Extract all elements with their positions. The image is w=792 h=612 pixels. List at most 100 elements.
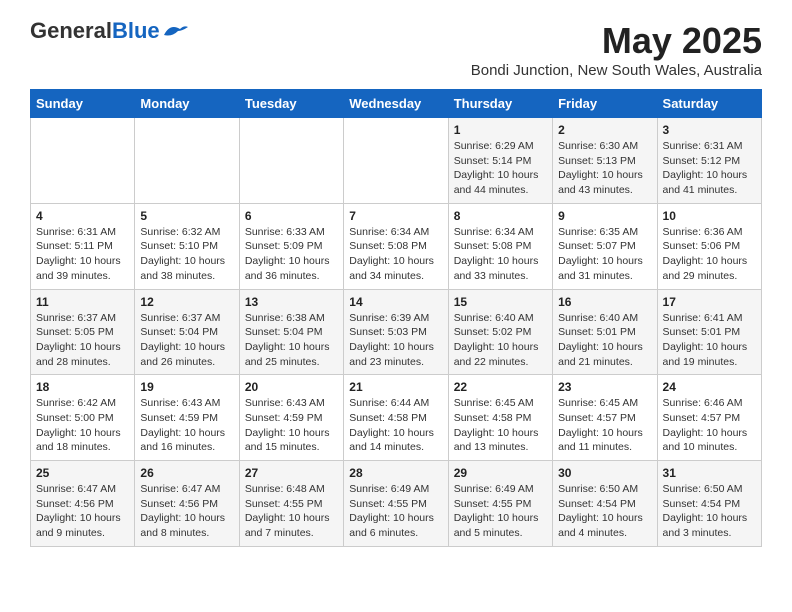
calendar-table: SundayMondayTuesdayWednesdayThursdayFrid… [30,89,762,547]
calendar-week-row: 25Sunrise: 6:47 AM Sunset: 4:56 PM Dayli… [31,461,762,547]
day-info: Sunrise: 6:46 AM Sunset: 4:57 PM Dayligh… [663,396,756,455]
header-cell-sunday: Sunday [31,90,135,118]
calendar-cell: 13 Sunrise: 6:38 AM Sunset: 5:04 PM Dayli… [239,289,343,375]
day-number: 31 [663,466,756,480]
day-info: Sunrise: 6:34 AM Sunset: 5:08 PM Dayligh… [349,225,442,284]
calendar-cell: 22 Sunrise: 6:45 AM Sunset: 4:58 PM Dayli… [448,375,552,461]
day-number: 1 [454,123,547,137]
calendar-cell: 10 Sunrise: 6:36 AM Sunset: 5:06 PM Dayli… [657,203,761,289]
day-info: Sunrise: 6:42 AM Sunset: 5:00 PM Dayligh… [36,396,129,455]
calendar-cell: 30Sunrise: 6:50 AM Sunset: 4:54 PM Dayli… [553,461,657,547]
calendar-cell: 5 Sunrise: 6:32 AM Sunset: 5:10 PM Daylig… [135,203,239,289]
calendar-cell: 17 Sunrise: 6:41 AM Sunset: 5:01 PM Dayli… [657,289,761,375]
day-number: 17 [663,295,756,309]
day-info: Sunrise: 6:45 AM Sunset: 4:58 PM Dayligh… [454,396,547,455]
calendar-cell: 18 Sunrise: 6:42 AM Sunset: 5:00 PM Dayli… [31,375,135,461]
location-title: Bondi Junction, New South Wales, Austral… [471,62,762,79]
day-info: Sunrise: 6:45 AM Sunset: 4:57 PM Dayligh… [558,396,651,455]
calendar-cell: 31Sunrise: 6:50 AM Sunset: 4:54 PM Dayli… [657,461,761,547]
day-number: 27 [245,466,338,480]
day-info: Sunrise: 6:35 AM Sunset: 5:07 PM Dayligh… [558,225,651,284]
day-number: 10 [663,209,756,223]
calendar-cell: 24 Sunrise: 6:46 AM Sunset: 4:57 PM Dayli… [657,375,761,461]
calendar-cell: 12 Sunrise: 6:37 AM Sunset: 5:04 PM Dayli… [135,289,239,375]
day-number: 6 [245,209,338,223]
calendar-cell [344,118,448,204]
day-info: Sunrise: 6:36 AM Sunset: 5:06 PM Dayligh… [663,225,756,284]
calendar-cell: 2Sunrise: 6:30 AM Sunset: 5:13 PM Daylig… [553,118,657,204]
day-info: Sunrise: 6:44 AM Sunset: 4:58 PM Dayligh… [349,396,442,455]
calendar-cell: 11Sunrise: 6:37 AM Sunset: 5:05 PM Dayli… [31,289,135,375]
day-number: 8 [454,209,547,223]
day-number: 26 [140,466,233,480]
day-number: 3 [663,123,756,137]
day-info: Sunrise: 6:41 AM Sunset: 5:01 PM Dayligh… [663,311,756,370]
day-info: Sunrise: 6:29 AM Sunset: 5:14 PM Dayligh… [454,139,547,198]
day-number: 24 [663,380,756,394]
calendar-cell: 20 Sunrise: 6:43 AM Sunset: 4:59 PM Dayli… [239,375,343,461]
calendar-cell: 6 Sunrise: 6:33 AM Sunset: 5:09 PM Daylig… [239,203,343,289]
day-info: Sunrise: 6:33 AM Sunset: 5:09 PM Dayligh… [245,225,338,284]
day-number: 14 [349,295,442,309]
calendar-cell: 15 Sunrise: 6:40 AM Sunset: 5:02 PM Dayli… [448,289,552,375]
day-info: Sunrise: 6:49 AM Sunset: 4:55 PM Dayligh… [454,482,547,541]
header-cell-saturday: Saturday [657,90,761,118]
day-number: 30 [558,466,651,480]
day-info: Sunrise: 6:32 AM Sunset: 5:10 PM Dayligh… [140,225,233,284]
calendar-week-row: 11Sunrise: 6:37 AM Sunset: 5:05 PM Dayli… [31,289,762,375]
day-info: Sunrise: 6:43 AM Sunset: 4:59 PM Dayligh… [245,396,338,455]
calendar-header: SundayMondayTuesdayWednesdayThursdayFrid… [31,90,762,118]
day-info: Sunrise: 6:43 AM Sunset: 4:59 PM Dayligh… [140,396,233,455]
logo-bird-icon [162,21,190,41]
day-number: 11 [36,295,129,309]
day-info: Sunrise: 6:49 AM Sunset: 4:55 PM Dayligh… [349,482,442,541]
calendar-cell: 21 Sunrise: 6:44 AM Sunset: 4:58 PM Dayli… [344,375,448,461]
day-info: Sunrise: 6:30 AM Sunset: 5:13 PM Dayligh… [558,139,651,198]
day-number: 15 [454,295,547,309]
day-info: Sunrise: 6:37 AM Sunset: 5:04 PM Dayligh… [140,311,233,370]
day-info: Sunrise: 6:38 AM Sunset: 5:04 PM Dayligh… [245,311,338,370]
day-number: 5 [140,209,233,223]
day-number: 20 [245,380,338,394]
calendar-cell: 27 Sunrise: 6:48 AM Sunset: 4:55 PM Dayli… [239,461,343,547]
day-number: 28 [349,466,442,480]
day-info: Sunrise: 6:34 AM Sunset: 5:08 PM Dayligh… [454,225,547,284]
header-cell-friday: Friday [553,90,657,118]
calendar-week-row: 18 Sunrise: 6:42 AM Sunset: 5:00 PM Dayli… [31,375,762,461]
calendar-cell: 26 Sunrise: 6:47 AM Sunset: 4:56 PM Dayli… [135,461,239,547]
header-cell-monday: Monday [135,90,239,118]
calendar-cell [239,118,343,204]
calendar-cell: 23Sunrise: 6:45 AM Sunset: 4:57 PM Dayli… [553,375,657,461]
day-info: Sunrise: 6:39 AM Sunset: 5:03 PM Dayligh… [349,311,442,370]
header: GeneralBlue May 2025 Bondi Junction, New… [30,20,762,79]
calendar-cell: 16Sunrise: 6:40 AM Sunset: 5:01 PM Dayli… [553,289,657,375]
day-number: 13 [245,295,338,309]
calendar-cell: 9 Sunrise: 6:35 AM Sunset: 5:07 PM Daylig… [553,203,657,289]
day-number: 9 [558,209,651,223]
calendar-cell [31,118,135,204]
day-info: Sunrise: 6:47 AM Sunset: 4:56 PM Dayligh… [140,482,233,541]
day-number: 12 [140,295,233,309]
calendar-week-row: 4 Sunrise: 6:31 AM Sunset: 5:11 PM Daylig… [31,203,762,289]
day-number: 4 [36,209,129,223]
calendar-cell: 25Sunrise: 6:47 AM Sunset: 4:56 PM Dayli… [31,461,135,547]
calendar-cell: 19Sunrise: 6:43 AM Sunset: 4:59 PM Dayli… [135,375,239,461]
calendar-cell: 29Sunrise: 6:49 AM Sunset: 4:55 PM Dayli… [448,461,552,547]
day-number: 7 [349,209,442,223]
calendar-body: 1 Sunrise: 6:29 AM Sunset: 5:14 PM Daylig… [31,118,762,547]
day-number: 22 [454,380,547,394]
day-info: Sunrise: 6:31 AM Sunset: 5:12 PM Dayligh… [663,139,756,198]
header-row: SundayMondayTuesdayWednesdayThursdayFrid… [31,90,762,118]
calendar-cell: 14 Sunrise: 6:39 AM Sunset: 5:03 PM Dayli… [344,289,448,375]
header-cell-thursday: Thursday [448,90,552,118]
day-info: Sunrise: 6:47 AM Sunset: 4:56 PM Dayligh… [36,482,129,541]
day-info: Sunrise: 6:31 AM Sunset: 5:11 PM Dayligh… [36,225,129,284]
day-info: Sunrise: 6:40 AM Sunset: 5:02 PM Dayligh… [454,311,547,370]
calendar-cell: 4 Sunrise: 6:31 AM Sunset: 5:11 PM Daylig… [31,203,135,289]
header-cell-wednesday: Wednesday [344,90,448,118]
calendar-cell [135,118,239,204]
day-number: 21 [349,380,442,394]
day-number: 18 [36,380,129,394]
logo: GeneralBlue [30,20,190,42]
day-info: Sunrise: 6:48 AM Sunset: 4:55 PM Dayligh… [245,482,338,541]
